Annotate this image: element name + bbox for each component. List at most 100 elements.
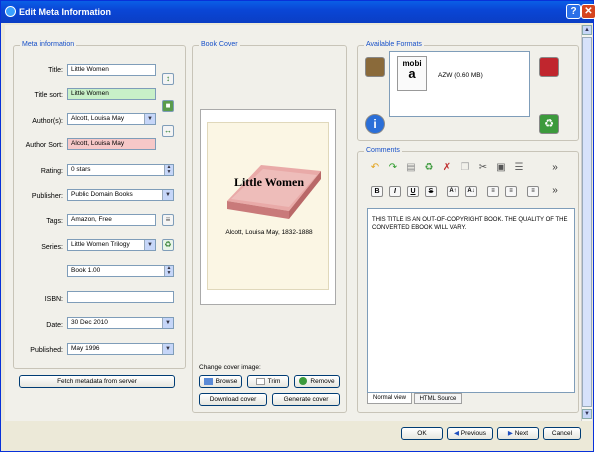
formats-list: mobi a AZW (0.60 MB)	[389, 51, 530, 117]
italic-button[interactable]: I	[389, 186, 401, 197]
superscript-icon[interactable]: A↑	[447, 186, 459, 197]
tag-editor-icon[interactable]: ≡	[162, 214, 174, 226]
chevron-down-icon[interactable]: ▼	[162, 318, 173, 328]
publisher-label: Publisher:	[31, 193, 63, 200]
browse-label: Browse	[215, 378, 238, 385]
cover-page: Little Women Alcott, Louisa May, 1832-18…	[207, 122, 329, 290]
published-value: May 1996	[71, 345, 100, 352]
tags-field[interactable]: Amazon, Free	[67, 214, 156, 226]
title-field[interactable]: Little Women	[67, 64, 156, 76]
chevron-down-icon[interactable]: ▼	[144, 114, 155, 124]
series-combobox[interactable]: Little Women Trilogy ▼	[67, 239, 156, 251]
cover-author: Alcott, Louisa May, 1832-1888	[225, 229, 313, 236]
rating-label: Rating:	[40, 168, 63, 175]
recycle-icon[interactable]: ♻	[162, 239, 174, 251]
align-center-icon[interactable]: ≡	[505, 186, 517, 197]
swap-title-author-icon[interactable]: ↕	[162, 73, 174, 85]
scroll-down-icon[interactable]: ▼	[582, 409, 592, 419]
previous-button[interactable]: ◀ Previous	[447, 427, 493, 440]
comments-editor[interactable]: THIS TITLE IS AN OUT-OF-COPYRIGHT BOOK. …	[367, 208, 575, 393]
remove-button[interactable]: Remove	[294, 375, 340, 388]
authors-combobox[interactable]: Alcott, Louisa May ▼	[67, 113, 156, 125]
more-toolbar-icon[interactable]: »	[549, 162, 561, 174]
vertical-scrollbar[interactable]: ▲ ▼	[581, 25, 592, 421]
meta-information-label: Meta information	[20, 41, 77, 48]
redo-icon[interactable]: ↷	[387, 162, 399, 174]
next-button[interactable]: ▶ Next	[497, 427, 539, 440]
window-title: Edit Meta Information	[19, 7, 111, 17]
scroll-up-icon[interactable]: ▲	[582, 25, 592, 35]
available-formats-label: Available Formats	[364, 41, 424, 48]
spin-arrows-icon[interactable]: ▲ ▼	[164, 165, 173, 175]
strikethrough-button[interactable]: S	[425, 186, 437, 197]
recycle-format-icon[interactable]: ♻	[539, 114, 559, 134]
chevron-down-icon[interactable]: ▼	[162, 190, 173, 200]
recycle-icon	[299, 377, 308, 386]
ok-button[interactable]: OK	[401, 427, 443, 440]
browse-button[interactable]: Browse	[199, 375, 242, 388]
fetch-metadata-button[interactable]: Fetch metadata from server	[19, 375, 175, 388]
app-icon	[5, 6, 16, 17]
published-combobox[interactable]: May 1996 ▼	[67, 343, 174, 355]
cover-title: Little Women	[233, 175, 305, 189]
cover-image: Little Women Alcott, Louisa May, 1832-18…	[200, 109, 336, 305]
series-label: Series:	[41, 244, 63, 251]
justify-icon[interactable]: ≡	[527, 186, 539, 197]
publisher-combobox[interactable]: Public Domain Books ▼	[67, 189, 174, 201]
more-toolbar-icon[interactable]: »	[549, 185, 561, 197]
comments-text: THIS TITLE IS AN OUT-OF-COPYRIGHT BOOK. …	[372, 217, 568, 231]
generate-cover-button[interactable]: Generate cover	[272, 393, 340, 406]
title-bar[interactable]: Edit Meta Information ? ✕	[1, 1, 596, 23]
date-combobox[interactable]: 30 Dec 2010 ▼	[67, 317, 174, 329]
undo-icon[interactable]: ↶	[369, 162, 381, 174]
tab-normal-view[interactable]: Normal view	[367, 393, 412, 404]
series-index-spinbox[interactable]: Book 1.00 ▲ ▼	[67, 265, 174, 277]
tags-label: Tags:	[46, 218, 63, 225]
trim-icon	[255, 377, 265, 385]
recycle-icon[interactable]: ♻	[423, 162, 435, 174]
trim-button[interactable]: Trim	[247, 375, 289, 388]
chevron-down-icon[interactable]: ▼	[162, 344, 173, 354]
comments-label: Comments	[364, 147, 402, 154]
align-left-icon[interactable]: ≡	[487, 186, 499, 197]
rating-spinbox[interactable]: 0 stars ▲ ▼	[67, 164, 174, 176]
author-sort-field[interactable]: Alcott, Louisa May	[67, 138, 156, 150]
series-value: Little Women Trilogy	[71, 241, 130, 248]
paste-icon[interactable]: ▣	[495, 162, 507, 174]
spin-arrows-icon[interactable]: ▲ ▼	[164, 266, 173, 276]
title-sort-field[interactable]: Little Women	[67, 88, 156, 100]
authors-value: Alcott, Louisa May	[71, 115, 125, 122]
cancel-button[interactable]: Cancel	[543, 427, 581, 440]
underline-button[interactable]: U	[407, 186, 419, 197]
cut-icon[interactable]: ✂	[477, 162, 489, 174]
help-button[interactable]: ?	[566, 4, 581, 19]
format-label[interactable]: AZW (0.60 MB)	[438, 72, 483, 79]
select-all-icon[interactable]: ☰	[513, 162, 525, 174]
amazon-logo-icon: a	[408, 66, 416, 81]
bold-button[interactable]: B	[371, 186, 383, 197]
scroll-thumb[interactable]	[582, 37, 592, 407]
info-icon[interactable]: i	[365, 114, 385, 134]
mobi-format-icon[interactable]: mobi a	[397, 56, 427, 91]
isbn-field[interactable]	[67, 291, 174, 303]
previous-label: Previous	[460, 430, 487, 437]
clear-icon[interactable]: ▤	[405, 162, 417, 174]
add-format-book-icon[interactable]	[365, 57, 385, 77]
folder-icon	[203, 377, 213, 385]
edit-meta-window: Edit Meta Information ? ✕ ▲ ▼ Meta infor…	[0, 0, 596, 452]
close-button[interactable]: ✕	[581, 4, 596, 19]
chevron-down-icon[interactable]: ▼	[144, 240, 155, 250]
tab-html-source[interactable]: HTML Source	[414, 393, 462, 404]
remove-format-icon[interactable]	[539, 57, 559, 77]
publisher-value: Public Domain Books	[71, 191, 133, 198]
download-cover-button[interactable]: Download cover	[199, 393, 267, 406]
published-label: Published:	[30, 347, 63, 354]
change-cover-label: Change cover image:	[199, 364, 261, 371]
isbn-label: ISBN:	[44, 296, 63, 303]
next-label: Next	[514, 430, 529, 437]
auto-title-sort-icon[interactable]: ■	[162, 100, 174, 112]
subscript-icon[interactable]: A↓	[465, 186, 477, 197]
edit-authors-icon[interactable]: ↔	[162, 125, 174, 137]
remove-format-brush-icon[interactable]: ✗	[441, 162, 453, 174]
copy-icon[interactable]: ❐	[459, 162, 471, 174]
